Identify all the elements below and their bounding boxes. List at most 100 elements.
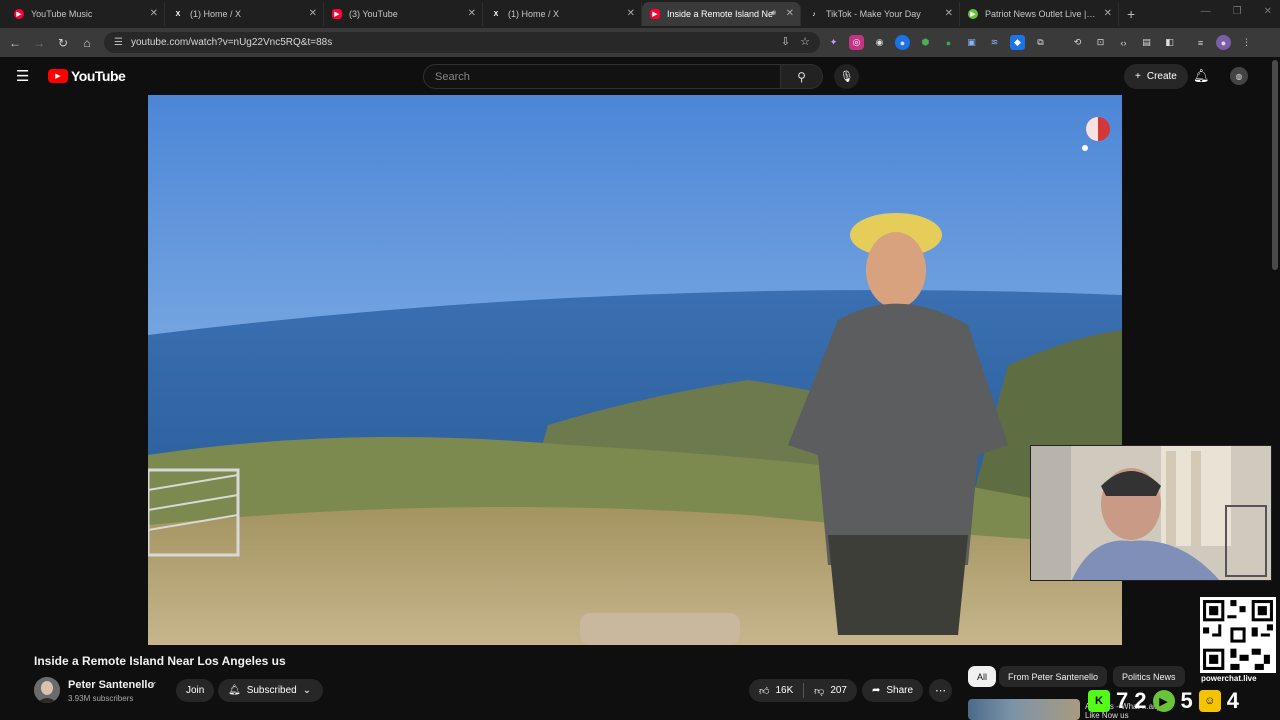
youtube-logo[interactable]: ▶ YouTube — [48, 68, 126, 84]
address-bar[interactable]: ☰ youtube.com/watch?v=nUg22Vnc5RQ&t=88s … — [104, 32, 820, 53]
thumbs-down-icon: 👎︎ — [814, 685, 825, 697]
share-arrow-icon: ➦ — [872, 685, 881, 696]
dislike-count: 207 — [830, 685, 847, 696]
extension-mask-icon[interactable]: ◉ — [872, 35, 887, 50]
webcam-frame — [1031, 446, 1271, 580]
create-button[interactable]: + Create — [1124, 64, 1188, 89]
video-player[interactable] — [148, 95, 1122, 645]
tab-title: TikTok - Make Your Day — [826, 9, 921, 19]
kick-count-digit-2: 2 — [1134, 688, 1147, 713]
reload-icon[interactable]: ↻ — [51, 36, 75, 50]
loading-spinner-icon — [1082, 117, 1110, 151]
chip-from-channel[interactable]: From Peter Santenello — [999, 666, 1108, 687]
account-icon: ◍ — [1235, 71, 1243, 81]
extension-sparkle-icon[interactable]: ✦ — [826, 35, 841, 50]
browser-tab-x-home[interactable]: X (1) Home / X ✕ — [165, 2, 324, 26]
install-app-icon[interactable]: ⇩ — [781, 35, 790, 48]
more-actions-button[interactable]: ⋯ — [929, 679, 952, 702]
chip-politics-news[interactable]: Politics News — [1113, 666, 1185, 687]
dislike-button[interactable]: 👎︎ 207 — [804, 685, 857, 697]
forward-icon[interactable]: → — [27, 36, 51, 50]
site-info-icon[interactable]: ☰ — [114, 37, 123, 48]
subscriber-count: 3.93M subscribers — [68, 694, 134, 703]
plus-icon: + — [1135, 71, 1141, 82]
extension-green-icon[interactable]: ● — [941, 35, 956, 50]
reading-list-icon[interactable]: ▤ — [1139, 35, 1154, 50]
streamer-webcam — [1030, 445, 1272, 581]
maximize-icon[interactable]: ❐ — [1233, 6, 1242, 17]
history-icon[interactable]: ⟲ — [1070, 35, 1085, 50]
close-tab-icon[interactable]: ✕ — [150, 8, 158, 19]
join-label: Join — [186, 685, 205, 696]
browser-tab-youtube[interactable]: ▶ (3) YouTube ✕ — [324, 2, 483, 26]
close-tab-icon[interactable]: ✕ — [468, 8, 476, 19]
chip-all[interactable]: All — [968, 666, 997, 687]
share-button[interactable]: ➦ Share — [862, 679, 924, 702]
recommendation-thumbnail[interactable] — [968, 699, 1080, 720]
bookmark-star-icon[interactable]: ☆ — [800, 35, 810, 48]
search-input[interactable]: Search — [423, 64, 781, 89]
rumble-count: 5 — [1180, 688, 1193, 713]
chevron-down-icon: ⌄ — [302, 685, 312, 696]
tab-title: Inside a Remote Island Ne — [667, 9, 774, 19]
extension-instagram-icon[interactable]: ◎ — [849, 35, 864, 50]
back-icon[interactable]: ← — [3, 36, 27, 50]
close-tab-icon[interactable]: ✕ — [786, 8, 794, 19]
more-horizontal-icon: ⋯ — [935, 685, 946, 697]
rumble-icon: ▶ — [968, 9, 978, 19]
extension-window-icon[interactable]: ▣ — [964, 35, 979, 50]
browser-tab-rumble[interactable]: ▶ Patriot News Outlet Live | Fox N ✕ — [960, 2, 1119, 26]
speaker-icon[interactable]: 🔊︎ — [771, 8, 776, 18]
browser-tab-active-video[interactable]: ▶ Inside a Remote Island Ne 🔊︎ ✕ — [642, 2, 801, 26]
video-frame — [148, 95, 1122, 645]
browser-tab-x-home-2[interactable]: X (1) Home / X ✕ — [483, 2, 642, 26]
tiktok-icon: ♪ — [812, 10, 816, 18]
close-tab-icon[interactable]: ✕ — [309, 8, 317, 19]
tab-title: YouTube Music — [31, 9, 93, 19]
youtube-icon: ▶ — [332, 9, 342, 19]
close-tab-icon[interactable]: ✕ — [1104, 8, 1112, 19]
browser-toolbar: ← → ↻ ⌂ ☰ youtube.com/watch?v=nUg22Vnc5R… — [0, 28, 1280, 57]
search-button[interactable]: ⚲ — [781, 64, 823, 89]
browser-tab-tiktok[interactable]: ♪ TikTok - Make Your Day ✕ — [801, 2, 960, 26]
screenshot-icon[interactable]: ⊡ — [1093, 35, 1108, 50]
browser-tab-youtube-music[interactable]: ▶ YouTube Music ✕ — [6, 2, 165, 26]
channel-name[interactable]: Peter Santenello — [68, 679, 154, 691]
youtube-music-icon: ▶ — [14, 9, 24, 19]
url-text: youtube.com/watch?v=nUg22Vnc5RQ&t=88s — [130, 37, 333, 48]
extension-icons: ✦ ◎ ◉ ● ⬢ ● ▣ ≋ ◆ ⧉ ⟲ ⊡ ‹› ▤ ◧ ≡ ● ⋮ — [826, 35, 1254, 50]
extension-shield-icon[interactable]: ⬢ — [918, 35, 933, 50]
like-dislike-bar: 👍︎ 16K 👎︎ 207 — [749, 679, 857, 702]
x-icon: X — [493, 10, 499, 18]
extensions-puzzle-icon[interactable]: ⧉ — [1033, 35, 1048, 50]
verified-check-icon: ✔ — [150, 680, 157, 689]
browser-menu-icon[interactable]: ⋮ — [1239, 35, 1254, 50]
like-button[interactable]: 👍︎ 16K — [749, 685, 803, 697]
extension-blue-icon[interactable]: ◆ — [1010, 35, 1025, 50]
hamburger-menu-icon[interactable]: ☰ — [16, 67, 29, 85]
channel-avatar[interactable] — [34, 677, 60, 703]
close-tab-icon[interactable]: ✕ — [945, 8, 953, 19]
close-tab-icon[interactable]: ✕ — [627, 8, 635, 19]
other-count: 4 — [1226, 688, 1239, 713]
sidebar-icon[interactable]: ◧ — [1162, 35, 1177, 50]
tab-title: (3) YouTube — [349, 9, 398, 19]
profile-avatar-icon[interactable]: ● — [1216, 35, 1231, 50]
notifications-bell-icon[interactable]: 🔔︎ — [1193, 68, 1210, 84]
minimize-icon[interactable]: — — [1201, 6, 1211, 17]
page-scrollbar[interactable] — [1272, 60, 1278, 270]
extension-wave-icon[interactable]: ≋ — [987, 35, 1002, 50]
extension-globe-icon[interactable]: ● — [895, 35, 910, 50]
account-avatar[interactable]: ◍ — [1230, 67, 1248, 85]
thumbs-up-icon: 👍︎ — [759, 685, 770, 697]
window-controls: — ❐ ✕ — [1201, 6, 1272, 17]
media-controls-icon[interactable]: ≡ — [1193, 35, 1208, 50]
subscribed-button[interactable]: 🔔︎ Subscribed ⌄ — [218, 679, 324, 702]
window-close-icon[interactable]: ✕ — [1264, 6, 1272, 17]
home-icon[interactable]: ⌂ — [75, 36, 99, 50]
devtools-icon[interactable]: ‹› — [1116, 35, 1131, 50]
new-tab-icon[interactable]: + — [1127, 6, 1135, 22]
tab-title: (1) Home / X — [190, 9, 242, 19]
join-button[interactable]: Join — [176, 679, 215, 702]
voice-search-button[interactable]: 🎙︎ — [834, 64, 859, 89]
